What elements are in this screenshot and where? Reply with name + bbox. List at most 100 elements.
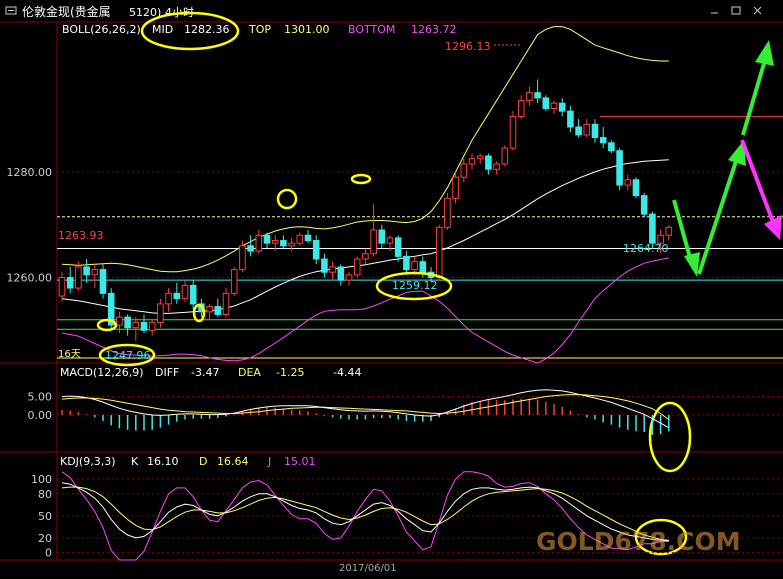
- candle-body: [281, 241, 287, 246]
- candle-body: [363, 254, 369, 259]
- candle-body: [568, 111, 574, 127]
- macd-tick-label: 5.00: [28, 391, 53, 404]
- candle-body: [207, 307, 213, 312]
- diff-label: DIFF: [155, 366, 179, 379]
- candle-body: [76, 267, 82, 288]
- candle-up: [436, 225, 442, 280]
- candle-up: [231, 267, 237, 296]
- candle-body: [535, 93, 541, 98]
- kdj-tick-label: 100: [31, 473, 52, 486]
- candle-body: [133, 322, 139, 327]
- candle-body: [461, 164, 467, 177]
- candle-body: [387, 238, 393, 243]
- candle-body: [240, 246, 246, 270]
- candle-body: [338, 267, 344, 280]
- j-value: 15.01: [284, 455, 316, 468]
- candle-body: [436, 227, 442, 277]
- dea-value: -1.25: [276, 366, 304, 379]
- candle-body: [445, 198, 451, 227]
- candle-body: [543, 98, 549, 109]
- date-label: 2017/06/01: [339, 563, 397, 574]
- candle-body: [600, 138, 606, 143]
- candle-up: [510, 111, 516, 151]
- candle-down: [108, 288, 114, 330]
- candle-body: [346, 275, 352, 280]
- candle-body: [141, 322, 147, 330]
- candle-body: [551, 103, 557, 108]
- candle-down: [617, 148, 623, 190]
- candle-body: [617, 151, 623, 185]
- title-bar: 伦敦金现(贵金属 5120) 4小时: [0, 0, 783, 22]
- kdj-tick-label: 0: [45, 547, 52, 560]
- k-value: 16.10: [147, 455, 179, 468]
- chart-canvas[interactable]: 伦敦金现(贵金属 5120) 4小时 1280.001260: [0, 0, 783, 575]
- candle-body: [256, 235, 262, 251]
- candle-body: [322, 259, 328, 272]
- price-tick-label: 1280.00: [7, 166, 53, 179]
- candle-body: [592, 124, 598, 137]
- candle-body: [231, 270, 237, 294]
- kdj-tick-label: 80: [38, 488, 52, 501]
- left-price-label: 1263.93: [58, 229, 104, 242]
- d-value: 16.64: [217, 455, 249, 468]
- candle-up: [354, 256, 360, 277]
- days-label: 16天: [58, 349, 81, 360]
- top-label: TOP: [248, 23, 271, 36]
- candle-body: [371, 230, 377, 254]
- kdj-tick-label: 50: [38, 510, 52, 523]
- macd-tick-label: 0.00: [28, 409, 53, 422]
- candle-body: [518, 101, 524, 117]
- candle-body: [354, 259, 360, 275]
- candle-body: [527, 93, 533, 101]
- candle-body: [117, 317, 123, 325]
- candle-body: [641, 196, 647, 214]
- macd-label: MACD(12,26,9): [60, 366, 144, 379]
- candle-body: [313, 241, 319, 259]
- candle-body: [67, 278, 73, 289]
- candle-body: [182, 285, 188, 298]
- candle-body: [330, 267, 336, 272]
- candle-down: [641, 193, 647, 217]
- candle-body: [477, 156, 483, 159]
- kdj-label: KDJ(9,3,3): [60, 455, 116, 468]
- support-price-label: 1259.12: [392, 279, 438, 292]
- candle-body: [305, 235, 311, 240]
- chart-window: 伦敦金现(贵金属 5120) 4小时 1280.001260: [0, 0, 783, 575]
- candle-body: [59, 278, 65, 296]
- candle-body: [625, 180, 631, 185]
- recent-price-label: 1264.70: [623, 242, 669, 255]
- candle-body: [379, 230, 385, 243]
- candle-body: [584, 124, 590, 135]
- candle-body: [174, 293, 180, 298]
- candle-body: [264, 235, 270, 243]
- window-title: 伦敦金现(贵金属: [22, 4, 111, 19]
- candle-body: [272, 241, 278, 244]
- candle-body: [412, 262, 418, 270]
- candle-body: [510, 116, 516, 148]
- candle-body: [223, 293, 229, 314]
- candle-up: [502, 145, 508, 166]
- candle-body: [190, 285, 196, 303]
- candle-body: [404, 256, 410, 269]
- d-label: D: [199, 455, 207, 468]
- macd-value: -4.44: [333, 366, 361, 379]
- bottom-value: 1263.72: [411, 23, 457, 36]
- top-value: 1301.00: [284, 23, 330, 36]
- candle-body: [289, 243, 295, 246]
- kdj-tick-label: 20: [38, 532, 52, 545]
- candle-body: [149, 322, 155, 330]
- mid-value: 1282.36: [184, 23, 230, 36]
- candle-body: [486, 156, 492, 169]
- candle-body: [125, 317, 131, 328]
- high-price-label: 1296.13: [445, 40, 491, 53]
- dea-label: DEA: [238, 366, 261, 379]
- candle-body: [166, 293, 172, 304]
- j-label: J: [267, 455, 271, 468]
- candle-body: [100, 270, 106, 294]
- candle-body: [469, 159, 475, 164]
- candle-body: [215, 307, 221, 315]
- candle-body: [502, 148, 508, 164]
- candle-down: [100, 264, 106, 298]
- candle-up: [445, 193, 451, 230]
- watermark: GOLD678.COM: [536, 527, 741, 556]
